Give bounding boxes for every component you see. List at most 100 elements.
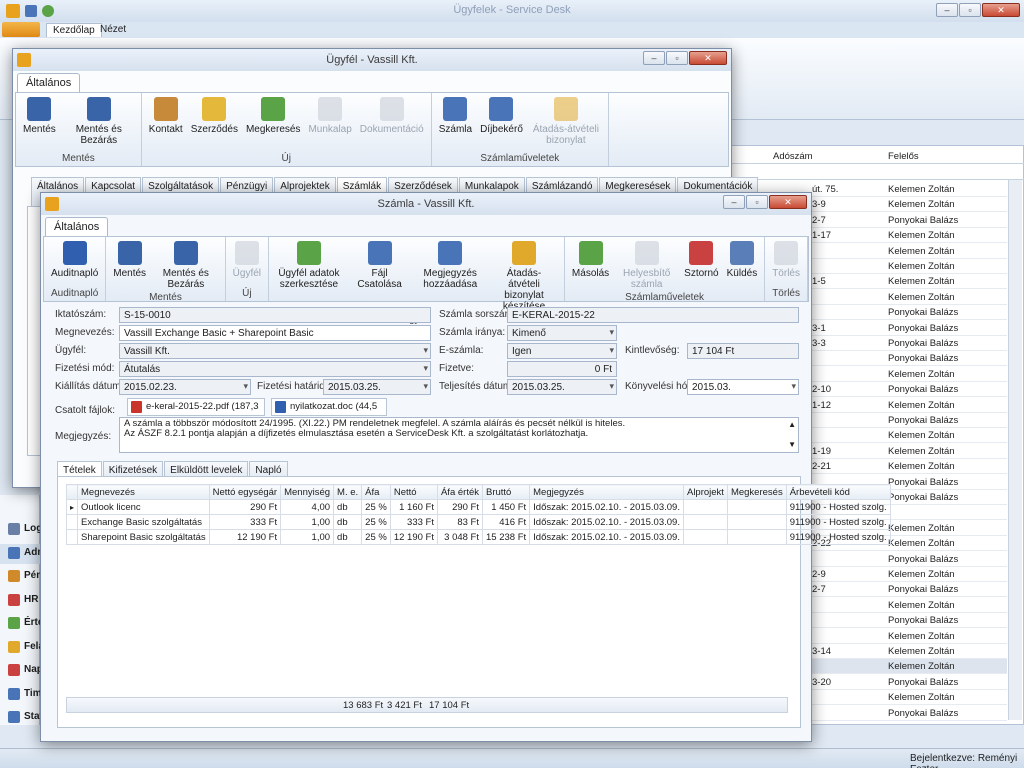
ugyfel-ribbon-tab[interactable]: Általános bbox=[17, 73, 81, 92]
table-cell[interactable]: 15 238 Ft bbox=[481, 529, 531, 545]
column-header[interactable]: M. e. bbox=[333, 484, 363, 500]
honap-select[interactable]: 2015.03. bbox=[687, 379, 799, 395]
ugyfel-select[interactable]: Vassill Kft. bbox=[119, 343, 431, 359]
table-cell[interactable] bbox=[682, 514, 728, 530]
grid-scrollbar[interactable] bbox=[1008, 180, 1022, 720]
left-nav-item[interactable]: HR bbox=[0, 591, 40, 611]
table-cell[interactable] bbox=[726, 499, 787, 515]
table-cell[interactable]: 333 Ft bbox=[389, 514, 438, 530]
table-cell[interactable]: 4,00 bbox=[280, 499, 335, 515]
ribbon-button[interactable]: Mentés bbox=[19, 95, 60, 153]
ugyfel-close-button[interactable]: ✕ bbox=[689, 51, 727, 65]
attachment-doc[interactable]: nyilatkozat.doc (44,5 kB) bbox=[271, 398, 387, 428]
table-cell[interactable]: 12 190 Ft bbox=[389, 529, 438, 545]
table-cell[interactable]: Időszak: 2015.02.10. - 2015.03.09. bbox=[529, 529, 684, 545]
ugyfel-maximize-button[interactable]: ▫ bbox=[666, 51, 688, 65]
maximize-button[interactable]: ▫ bbox=[959, 3, 981, 17]
ribbon-button[interactable]: Díjbekérő bbox=[476, 95, 527, 153]
ribbon-button[interactable]: Másolás bbox=[568, 239, 613, 292]
scroll-up-icon[interactable]: ▲ bbox=[788, 420, 796, 430]
column-header[interactable]: Nettó egységár bbox=[208, 484, 282, 500]
table-cell[interactable]: 333 Ft bbox=[208, 514, 282, 530]
grid-header-felelos[interactable]: Felelős bbox=[888, 151, 919, 162]
file-menu-button[interactable] bbox=[2, 22, 40, 37]
table-cell[interactable]: 25 % bbox=[361, 529, 391, 545]
megjegyzes-textarea[interactable]: A számla a többször módosított 24/1995. … bbox=[119, 417, 799, 453]
sorszam-field[interactable]: E-KERAL-2015-22 bbox=[507, 307, 799, 323]
left-nav-item[interactable]: Stat bbox=[0, 708, 43, 728]
table-cell[interactable]: 416 Ft bbox=[481, 514, 531, 530]
ribbon-button[interactable]: Megkeresés bbox=[242, 95, 304, 153]
column-header[interactable]: Nettó bbox=[389, 484, 438, 500]
table-row[interactable]: Exchange Basic szolgáltatás 333 Ft 1,00 db 2… bbox=[65, 514, 891, 530]
table-cell[interactable]: 25 % bbox=[361, 514, 391, 530]
close-button[interactable]: ✕ bbox=[982, 3, 1020, 17]
table-cell[interactable]: 83 Ft bbox=[436, 514, 484, 530]
eszamla-select[interactable]: Igen bbox=[507, 343, 617, 359]
scroll-down-icon[interactable]: ▼ bbox=[788, 440, 796, 450]
ribbon-button[interactable]: Auditnapló bbox=[47, 239, 102, 288]
table-cell[interactable]: Outlook licenc bbox=[77, 499, 210, 515]
left-nav-item[interactable]: Pén bbox=[0, 567, 42, 587]
ribbon-button[interactable]: Mentés és Bezárás bbox=[60, 95, 138, 153]
minimize-button[interactable]: – bbox=[936, 3, 958, 17]
megnevezes-field[interactable]: Vassill Exchange Basic + Sharepoint Basi… bbox=[119, 325, 431, 341]
table-cell[interactable]: Sharepoint Basic szolgáltatás bbox=[77, 529, 210, 545]
table-cell[interactable] bbox=[726, 529, 787, 545]
column-header[interactable]: Áfa érték bbox=[436, 484, 484, 500]
iranya-select[interactable]: Kimenő bbox=[507, 325, 617, 341]
table-cell[interactable]: 1,00 bbox=[280, 514, 335, 530]
ribbon-tab-kezdolap[interactable]: Kezdőlap bbox=[46, 23, 102, 37]
table-cell[interactable]: 12 190 Ft bbox=[208, 529, 282, 545]
ribbon-button[interactable]: Átadás-átvételi bizonylat bbox=[527, 95, 605, 153]
table-row[interactable]: Sharepoint Basic szolgáltatás 12 190 Ft 1,… bbox=[65, 529, 891, 545]
table-cell[interactable]: db bbox=[333, 514, 363, 530]
attachment-pdf[interactable]: e-keral-2015-22.pdf (187,3 kB) bbox=[127, 398, 265, 428]
ribbon-tab-nezet[interactable]: Nézet bbox=[100, 24, 126, 35]
ribbon-button[interactable]: Munkalap bbox=[304, 95, 355, 153]
teljesites-date[interactable]: 2015.03.25. bbox=[507, 379, 617, 395]
column-header[interactable]: Mennyiség bbox=[280, 484, 335, 500]
left-nav-item[interactable]: Adm bbox=[0, 543, 46, 564]
left-nav-item[interactable]: Érté bbox=[0, 614, 43, 634]
table-row[interactable]: ▸ Outlook licenc 290 Ft 4,00 db 25 % 1 160 Ft 2… bbox=[65, 499, 891, 515]
left-nav-item[interactable]: Fela bbox=[0, 638, 44, 658]
szamla-close-button[interactable]: ✕ bbox=[769, 195, 807, 209]
column-header[interactable]: Bruttó bbox=[481, 484, 531, 500]
table-cell[interactable]: db bbox=[333, 529, 363, 545]
table-cell[interactable]: 1 160 Ft bbox=[389, 499, 438, 515]
ribbon-button[interactable]: Mentés bbox=[109, 239, 150, 292]
table-cell[interactable]: 25 % bbox=[361, 499, 391, 515]
table-cell[interactable]: 911900 - Hosted szolg. bbox=[785, 514, 891, 530]
table-cell[interactable]: Időszak: 2015.02.10. - 2015.03.09. bbox=[529, 499, 684, 515]
table-cell[interactable]: 290 Ft bbox=[208, 499, 282, 515]
column-header[interactable]: Megkeresés bbox=[726, 484, 787, 500]
column-header[interactable]: Árbevételi kód bbox=[785, 484, 891, 500]
szamla-minimize-button[interactable]: – bbox=[723, 195, 745, 209]
grid-header-adoszam[interactable]: Adószám bbox=[773, 151, 813, 162]
table-cell[interactable]: db bbox=[333, 499, 363, 515]
szamla-ribbon-tab[interactable]: Általános bbox=[45, 217, 109, 236]
column-header[interactable]: Megjegyzés bbox=[529, 484, 684, 500]
ribbon-button[interactable]: Dokumentáció bbox=[356, 95, 428, 153]
table-cell[interactable]: Exchange Basic szolgáltatás bbox=[77, 514, 210, 530]
ribbon-button[interactable]: Számla bbox=[435, 95, 476, 153]
table-cell[interactable]: 911900 - Hosted szolg. bbox=[785, 529, 891, 545]
left-nav-item[interactable]: Nap bbox=[0, 661, 43, 681]
ribbon-button[interactable]: Sztornó bbox=[680, 239, 722, 292]
table-cell[interactable]: 290 Ft bbox=[436, 499, 484, 515]
hatarido-date[interactable]: 2015.03.25. bbox=[323, 379, 431, 395]
fizetve-field[interactable]: 0 Ft bbox=[507, 361, 617, 377]
ribbon-button[interactable]: Küldés bbox=[723, 239, 762, 292]
ribbon-button[interactable]: Helyesbítő számla bbox=[613, 239, 680, 292]
left-nav-item[interactable]: Log bbox=[0, 520, 42, 540]
column-header[interactable]: Áfa bbox=[361, 484, 391, 500]
column-header[interactable]: Alprojekt bbox=[682, 484, 728, 500]
table-cell[interactable] bbox=[726, 514, 787, 530]
ribbon-button[interactable]: Kontakt bbox=[145, 95, 187, 153]
table-cell[interactable]: 3 048 Ft bbox=[436, 529, 484, 545]
column-header[interactable]: Megnevezés bbox=[77, 484, 210, 500]
ribbon-button[interactable]: Mentés és Bezárás bbox=[150, 239, 222, 292]
iktatoszam-field[interactable]: S-15-0010 bbox=[119, 307, 431, 323]
ribbon-button[interactable]: Szerződés bbox=[187, 95, 242, 153]
